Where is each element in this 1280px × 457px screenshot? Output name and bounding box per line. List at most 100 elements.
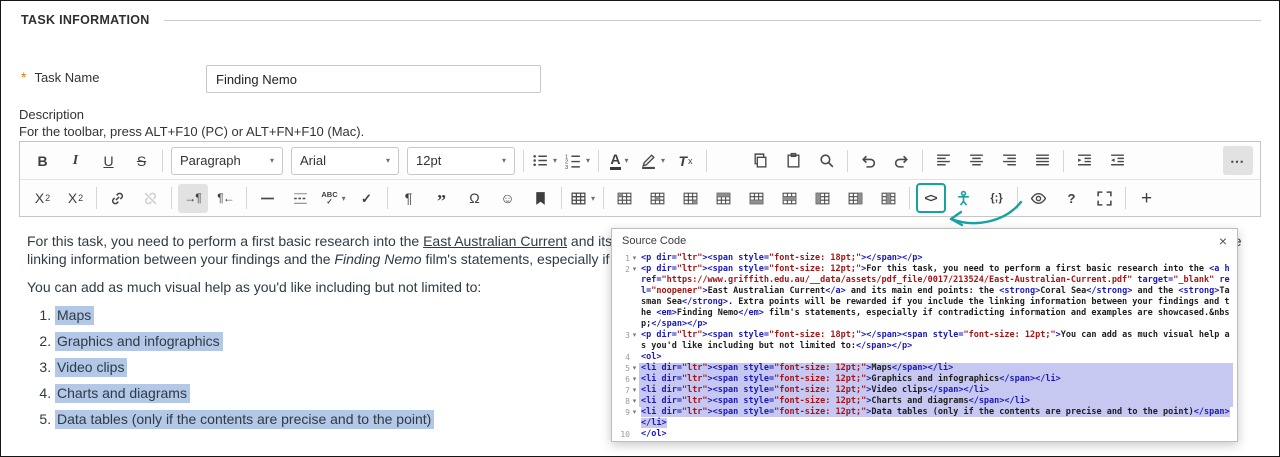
- subscript-button[interactable]: X2: [61, 184, 91, 213]
- search-button[interactable]: [812, 146, 842, 175]
- code-text: <li dir="ltr"><span style="font-size: 12…: [639, 396, 1233, 407]
- fold-icon[interactable]: ▾: [630, 264, 639, 275]
- spellcheck-button[interactable]: ABC ✓ ▾: [319, 184, 349, 213]
- format-select-value: Paragraph: [180, 153, 241, 168]
- col-before-button[interactable]: [808, 184, 838, 213]
- fold-icon[interactable]: ▾: [630, 385, 639, 396]
- code-line: 5 ▾ <li dir="ltr"><span style="font-size: …: [614, 363, 1233, 374]
- cell-properties-button[interactable]: [610, 184, 640, 213]
- content-text: Finding Nemo: [334, 251, 422, 267]
- fold-icon[interactable]: ▾: [630, 363, 639, 374]
- underline-button[interactable]: U: [94, 146, 124, 175]
- code-text: <p dir="ltr"><span style="font-size: 12p…: [641, 264, 1230, 329]
- toolbar-separator: [387, 187, 388, 209]
- bookmark-button[interactable]: [526, 184, 556, 213]
- row-before-button[interactable]: [709, 184, 739, 213]
- blockquote-button[interactable]: ”: [427, 184, 457, 213]
- task-name-input[interactable]: [206, 65, 541, 93]
- bullet-list-button[interactable]: ▾: [530, 146, 560, 175]
- redo-button[interactable]: [887, 146, 917, 175]
- t-row-above-icon: [715, 190, 732, 207]
- eye-icon: [1030, 190, 1047, 207]
- ltr-button[interactable]: →¶: [177, 183, 208, 213]
- toolbar-row2: X 2 X 2 →¶ ¶← ABC ✓ ▾ ✓ ¶” Ω ☺ ▾ <> {;}? +: [20, 179, 1260, 216]
- outdent-icon: [1109, 152, 1126, 169]
- delete-row-button[interactable]: [775, 184, 805, 213]
- merge-cells-button[interactable]: [643, 184, 673, 213]
- chevron-down-icon: ▾: [590, 193, 595, 203]
- row-after-button[interactable]: [742, 184, 772, 213]
- link-button[interactable]: [103, 184, 133, 213]
- align-center-button[interactable]: [962, 146, 992, 175]
- code-text: <li dir="ltr"><span style="font-size: 12…: [641, 407, 1230, 428]
- page-break-icon: [292, 190, 309, 207]
- add-button[interactable]: +: [1132, 184, 1162, 213]
- content-link[interactable]: East Australian Current: [423, 233, 567, 249]
- bold-button[interactable]: B: [28, 146, 58, 175]
- chevron-down-icon: ▾: [585, 156, 590, 165]
- fold-icon[interactable]: ▾: [630, 374, 639, 385]
- fold-icon[interactable]: ▾: [630, 253, 639, 264]
- italic-button[interactable]: I: [61, 146, 91, 175]
- fontsize-select-value: 12pt: [416, 153, 442, 168]
- horizontal-rule-button[interactable]: [253, 184, 283, 213]
- add-icon: +: [1140, 187, 1153, 209]
- text-color-button[interactable]: A ▾: [605, 146, 635, 175]
- code-line: 8 ▾ <li dir="ltr"><span style="font-size: …: [614, 396, 1233, 407]
- code-text: <li dir="ltr"><span style="font-size: 12…: [639, 363, 1233, 374]
- emoticons-icon: ☺: [500, 190, 515, 206]
- fontsize-select[interactable]: 12pt ▾: [407, 146, 515, 175]
- redo-icon: [893, 152, 910, 169]
- fullscreen-button[interactable]: [1090, 184, 1120, 213]
- ltr-icon: →¶: [184, 191, 201, 205]
- fold-icon[interactable]: ▾: [630, 407, 639, 418]
- format-select[interactable]: Paragraph ▾: [171, 146, 283, 175]
- align-right-button[interactable]: [995, 146, 1025, 175]
- emoticons-button[interactable]: ☺: [493, 184, 523, 213]
- fold-icon[interactable]: ▾: [630, 330, 639, 341]
- close-icon[interactable]: ×: [1217, 234, 1229, 248]
- superscript-button[interactable]: X2: [28, 184, 58, 213]
- copy-button[interactable]: [746, 146, 776, 175]
- list-item-text: Maps: [55, 306, 95, 325]
- fold-icon[interactable]: ▾: [630, 396, 639, 407]
- highlight-color-button[interactable]: ▾: [638, 146, 668, 175]
- code-area[interactable]: 1 ▾ <p dir="ltr"><span style="font-size: 1…: [612, 250, 1237, 438]
- undo-button[interactable]: [854, 146, 884, 175]
- show-invisibles-button[interactable]: ¶: [394, 184, 424, 213]
- page-break-button[interactable]: [286, 184, 316, 213]
- special-character-button[interactable]: Ω: [460, 184, 490, 213]
- font-select[interactable]: Arial ▾: [291, 146, 399, 175]
- help-button[interactable]: ?: [1057, 184, 1087, 213]
- split-cell-button[interactable]: [676, 184, 706, 213]
- indent-button[interactable]: [1070, 146, 1100, 175]
- align-left-button[interactable]: [929, 146, 959, 175]
- spellcheck-icon: ABC ✓: [321, 190, 338, 206]
- list-ol-icon: 123: [565, 152, 582, 169]
- numbered-list-button[interactable]: 1 2 3 ▾: [563, 146, 593, 175]
- t-merge-icon: [649, 190, 666, 207]
- strikethrough-button[interactable]: S: [127, 146, 157, 175]
- cut-button[interactable]: [713, 146, 743, 175]
- line-number: 8: [625, 397, 630, 406]
- table-button[interactable]: ▾: [568, 184, 598, 213]
- task-name-label: Task Name: [34, 69, 100, 85]
- more-button[interactable]: ⋯: [1222, 146, 1253, 175]
- delete-col-button[interactable]: [874, 184, 904, 213]
- preview-button[interactable]: [1024, 184, 1054, 213]
- clear-formatting-button[interactable]: Tx: [671, 146, 701, 175]
- code-line: 4 <ol>: [614, 352, 1233, 363]
- toolbar-separator: [598, 149, 599, 172]
- outdent-button[interactable]: [1103, 146, 1133, 175]
- col-after-button[interactable]: [841, 184, 871, 213]
- rtl-button[interactable]: ¶←: [211, 184, 241, 213]
- toolbar-separator: [922, 149, 923, 172]
- spellcheck-toggle-button[interactable]: ✓: [352, 184, 382, 213]
- blockquote-icon: ”: [437, 191, 446, 212]
- justify-button[interactable]: [1028, 146, 1058, 175]
- strikethrough-icon: S: [136, 152, 147, 169]
- code-line: 9 ▾ <li dir="ltr"><span style="font-size: …: [614, 407, 1233, 429]
- paste-button[interactable]: [779, 146, 809, 175]
- line-number: 2: [625, 265, 630, 274]
- unlink-button[interactable]: [136, 184, 166, 213]
